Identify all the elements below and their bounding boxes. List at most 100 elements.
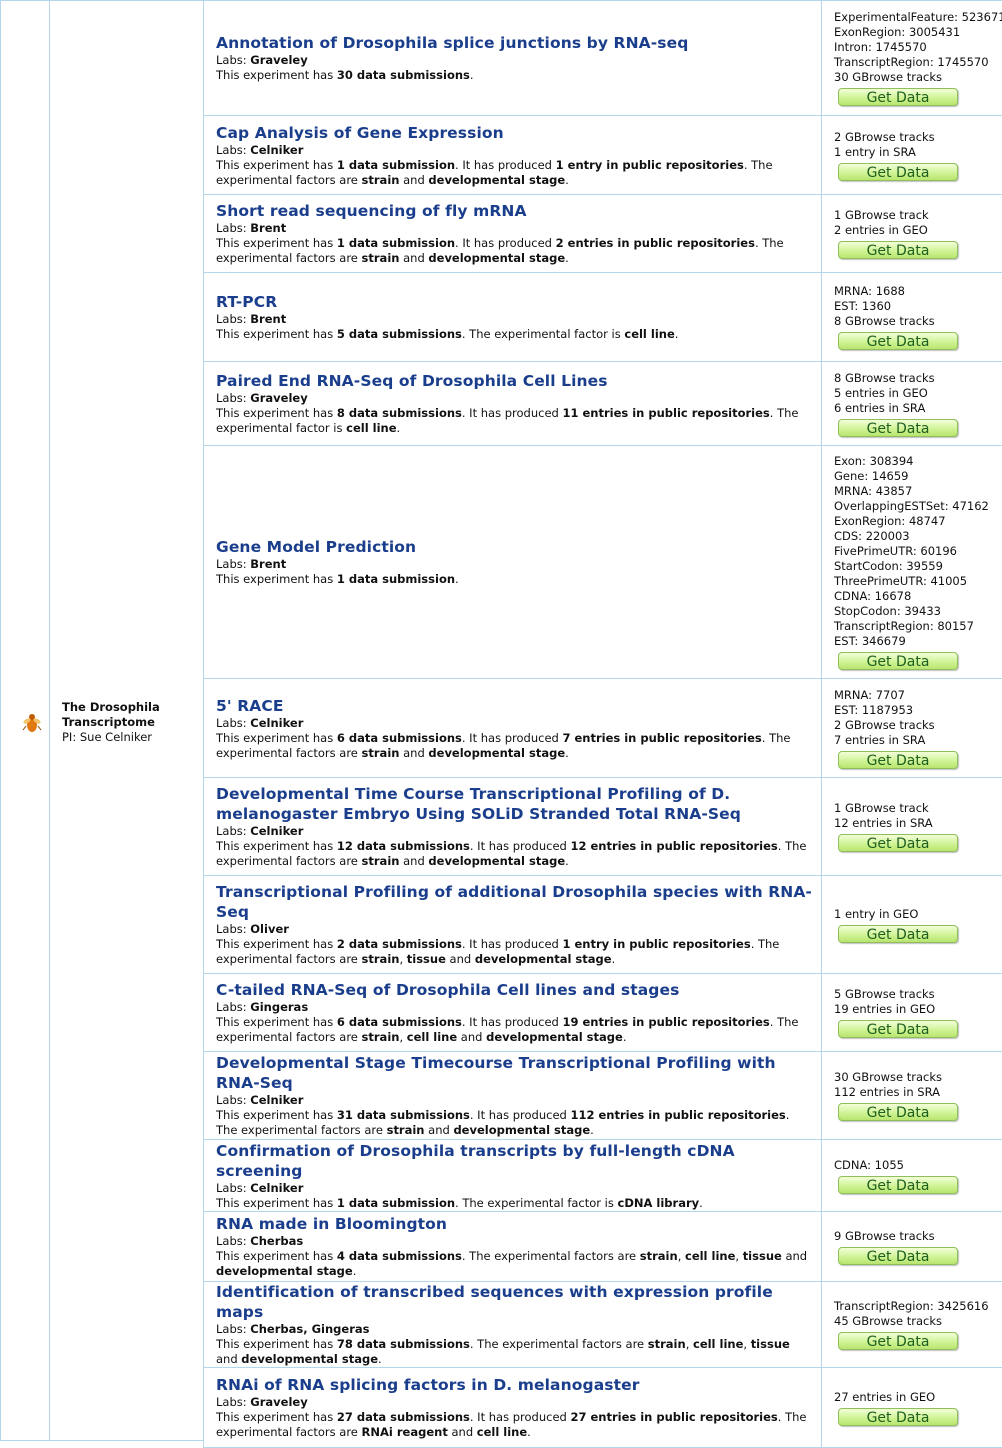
stat-line: 1 GBrowse track (834, 208, 1002, 223)
stat-line: MRNA: 43857 (834, 484, 1002, 499)
summary-highlight: strain (362, 251, 400, 265)
summary-text: and (399, 251, 428, 265)
summary-highlight: 30 data submissions (337, 68, 470, 82)
get-data-button[interactable]: Get Data (838, 419, 958, 437)
stat-line: Exon: 308394 (834, 454, 1002, 469)
experiment-stats-cell: ExperimentalFeature: 5236710ExonRegion: … (822, 1, 1002, 116)
experiment-title-link[interactable]: Annotation of Drosophila splice junction… (216, 33, 813, 53)
summary-text: . (590, 1123, 594, 1137)
summary-text: . (455, 572, 459, 586)
summary-highlight: 78 data submissions (337, 1337, 470, 1351)
experiment-stats-cell: 5 GBrowse tracks19 entries in GEOGet Dat… (822, 974, 1002, 1052)
summary-text: . It has produced (470, 839, 571, 853)
summary-text: This experiment has (216, 406, 337, 420)
experiment-title-link[interactable]: Identification of transcribed sequences … (216, 1282, 813, 1322)
experiment-title-link[interactable]: RNA made in Bloomington (216, 1214, 813, 1234)
summary-highlight: 7 entries in public repositories (562, 731, 761, 745)
stat-line: 45 GBrowse tracks (834, 1314, 1002, 1329)
experiment-title-link[interactable]: C-tailed RNA-Seq of Drosophila Cell line… (216, 980, 813, 1000)
stat-line: 2 GBrowse tracks (834, 130, 1002, 145)
stat-line: ExonRegion: 3005431 (834, 25, 1002, 40)
summary-text: and (399, 746, 428, 760)
summary-highlight: 2 entries in public repositories (556, 236, 755, 250)
summary-highlight: 1 entry in public repositories (556, 158, 744, 172)
experiment-title-link[interactable]: Confirmation of Drosophila transcripts b… (216, 1141, 813, 1181)
get-data-button[interactable]: Get Data (838, 834, 958, 852)
get-data-button[interactable]: Get Data (838, 1247, 958, 1265)
get-data-button[interactable]: Get Data (838, 1332, 958, 1350)
experiment-title-link[interactable]: Developmental Time Course Transcriptiona… (216, 784, 813, 824)
experiment-title-link[interactable]: Transcriptional Profiling of additional … (216, 882, 813, 922)
summary-text: . The experimental factors are (462, 1249, 640, 1263)
experiment-title-link[interactable]: RT-PCR (216, 292, 813, 312)
labs-value: Cherbas, Gingeras (250, 1322, 369, 1336)
experiment-row: RNAi of RNA splicing factors in D. melan… (204, 1368, 1002, 1448)
summary-highlight: cell line (346, 421, 396, 435)
get-data-button[interactable]: Get Data (838, 1020, 958, 1038)
summary-text: . (397, 421, 401, 435)
experiment-summary: This experiment has 31 data submissions.… (216, 1108, 813, 1138)
summary-highlight: 27 entries in public repositories (570, 1410, 777, 1424)
experiment-row: Paired End RNA-Seq of Drosophila Cell Li… (204, 362, 1002, 446)
experiment-labs: Labs: Celniker (216, 1181, 813, 1196)
summary-highlight: cell line (624, 327, 674, 341)
get-data-button[interactable]: Get Data (838, 241, 958, 259)
summary-highlight: developmental stage (486, 1030, 623, 1044)
experiment-title-link[interactable]: Developmental Stage Timecourse Transcrip… (216, 1053, 813, 1093)
stat-line: EST: 1360 (834, 299, 1002, 314)
experiment-listing: The Drosophila Transcriptome PI: Sue Cel… (0, 0, 1002, 1442)
experiment-title-link[interactable]: Short read sequencing of fly mRNA (216, 201, 813, 221)
get-data-button[interactable]: Get Data (838, 163, 958, 181)
labs-label: Labs: (216, 1322, 250, 1336)
get-data-button[interactable]: Get Data (838, 332, 958, 350)
summary-text: . The experimental factor is (455, 1196, 618, 1210)
summary-text: . (675, 327, 679, 341)
summary-text: This experiment has (216, 68, 337, 82)
experiment-summary: This experiment has 6 data submissions. … (216, 1015, 813, 1045)
summary-text: and (425, 1123, 454, 1137)
experiment-row: Confirmation of Drosophila transcripts b… (204, 1140, 1002, 1212)
get-data-button[interactable]: Get Data (838, 1408, 958, 1426)
get-data-button[interactable]: Get Data (838, 1176, 958, 1194)
experiment-title-link[interactable]: Paired End RNA-Seq of Drosophila Cell Li… (216, 371, 813, 391)
stat-line: 1 entry in GEO (834, 907, 1002, 922)
experiment-summary: This experiment has 4 data submissions. … (216, 1249, 813, 1279)
get-data-button[interactable]: Get Data (838, 652, 958, 670)
get-data-button[interactable]: Get Data (838, 88, 958, 106)
summary-highlight: strain (387, 1123, 425, 1137)
experiment-description-cell: Developmental Stage Timecourse Transcrip… (204, 1052, 822, 1140)
get-data-button[interactable]: Get Data (838, 925, 958, 943)
labs-label: Labs: (216, 221, 250, 235)
labs-label: Labs: (216, 824, 250, 838)
summary-text: . (565, 173, 569, 187)
stat-line: 8 GBrowse tracks (834, 314, 1002, 329)
summary-highlight: 31 data submissions (337, 1108, 470, 1122)
experiment-row: Annotation of Drosophila splice junction… (204, 1, 1002, 116)
experiment-title-link[interactable]: Gene Model Prediction (216, 537, 813, 557)
labs-value: Celniker (250, 824, 303, 838)
labs-value: Celniker (250, 1093, 303, 1107)
stat-line: 1 entry in SRA (834, 145, 1002, 160)
stat-line: Intron: 1745570 (834, 40, 1002, 55)
stat-line: MRNA: 1688 (834, 284, 1002, 299)
stat-line: StopCodon: 39433 (834, 604, 1002, 619)
summary-highlight: developmental stage (216, 1264, 353, 1278)
experiment-row: 5' RACELabs: CelnikerThis experiment has… (204, 679, 1002, 778)
get-data-button[interactable]: Get Data (838, 751, 958, 769)
experiment-description-cell: Confirmation of Drosophila transcripts b… (204, 1140, 822, 1212)
summary-text: This experiment has (216, 572, 337, 586)
experiment-title-link[interactable]: RNAi of RNA splicing factors in D. melan… (216, 1375, 813, 1395)
experiment-title-link[interactable]: Cap Analysis of Gene Expression (216, 123, 813, 143)
experiment-title-link[interactable]: 5' RACE (216, 696, 813, 716)
summary-highlight: RNAi reagent (362, 1425, 448, 1439)
experiment-summary: This experiment has 27 data submissions.… (216, 1410, 813, 1440)
summary-text: . It has produced (462, 731, 563, 745)
experiment-labs: Labs: Celniker (216, 716, 813, 731)
experiment-description-cell: C-tailed RNA-Seq of Drosophila Cell line… (204, 974, 822, 1052)
get-data-button[interactable]: Get Data (838, 1103, 958, 1121)
summary-text: , (399, 1030, 406, 1044)
experiment-summary: This experiment has 1 data submission. I… (216, 236, 813, 266)
summary-highlight: strain (362, 746, 400, 760)
summary-text: . (378, 1352, 382, 1366)
summary-highlight: cDNA library (618, 1196, 700, 1210)
